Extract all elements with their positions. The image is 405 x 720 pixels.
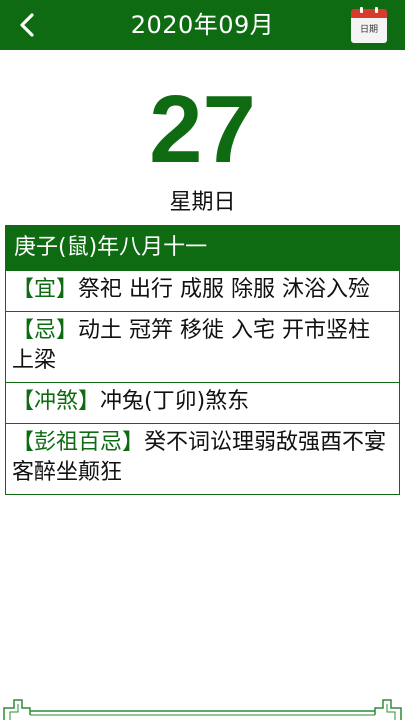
row-tag: 【彭祖百忌】 <box>12 430 145 455</box>
calendar-button-label: 日期 <box>351 18 387 43</box>
calendar-button[interactable]: 日期 <box>351 7 387 43</box>
almanac-row-ji: 【忌】动土 冠笄 移徙 入宅 开市竖柱 上梁 <box>6 311 399 382</box>
almanac-screen: 2020年09月 日期 27 星期日 庚子(鼠)年八月十一 【宜】祭祀 出行 成… <box>0 0 405 720</box>
almanac-row-chongsha: 【冲煞】冲兔(丁卯)煞东 <box>6 382 399 423</box>
day-number: 27 <box>149 76 256 183</box>
back-button[interactable] <box>8 6 46 44</box>
row-tag: 【宜】 <box>12 277 79 302</box>
row-text: 祭祀 出行 成服 除服 沐浴入殓 <box>78 277 370 302</box>
page-title: 2020年09月 <box>130 11 275 39</box>
almanac-row-yi: 【宜】祭祀 出行 成服 除服 沐浴入殓 <box>6 270 399 311</box>
back-arrow-icon <box>20 13 34 37</box>
weekday-label: 星期日 <box>169 190 236 215</box>
header-bar: 2020年09月 日期 <box>0 0 405 50</box>
row-tag: 【冲煞】 <box>12 389 101 414</box>
row-tag: 【忌】 <box>12 318 79 343</box>
decorative-border <box>3 699 402 720</box>
almanac-info-box: 庚子(鼠)年八月十一 【宜】祭祀 出行 成服 除服 沐浴入殓 【忌】动土 冠笄 … <box>5 225 400 495</box>
row-text: 冲兔(丁卯)煞东 <box>100 389 250 414</box>
almanac-row-pengzu: 【彭祖百忌】癸不词讼理弱敌强酉不宴客醉坐颠狂 <box>6 423 399 494</box>
lunar-date: 庚子(鼠)年八月十一 <box>6 226 399 270</box>
